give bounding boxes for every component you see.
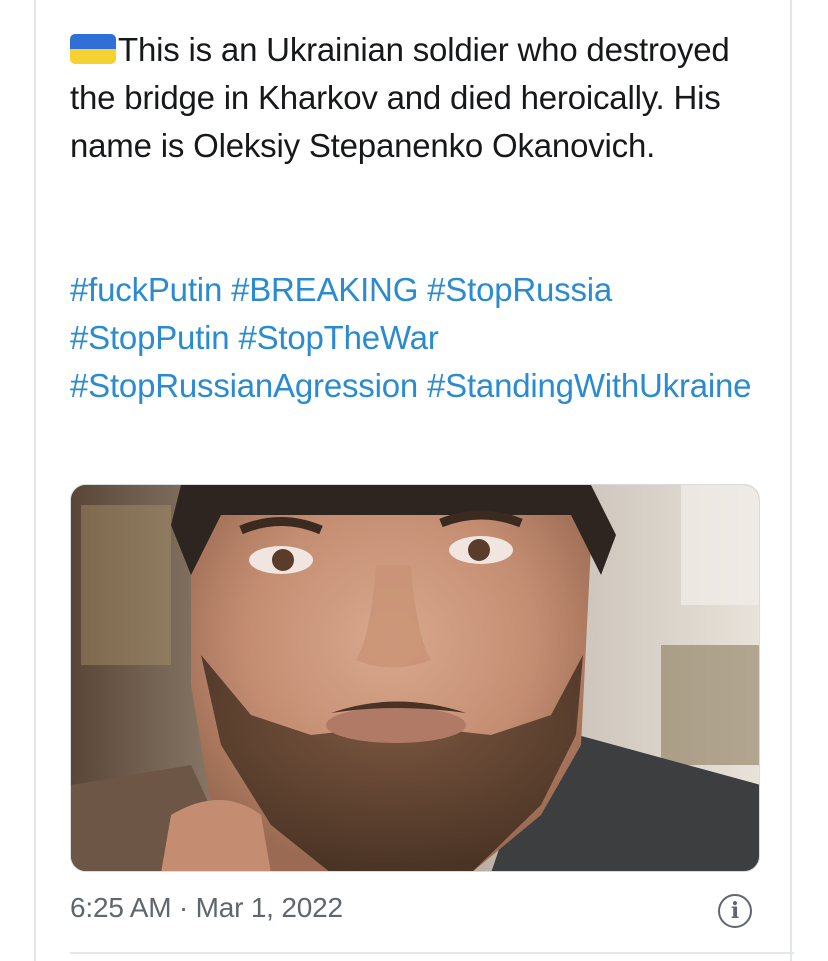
portrait-image xyxy=(71,485,759,871)
hashtag-link[interactable]: #BREAKING xyxy=(231,271,418,308)
divider xyxy=(70,952,794,954)
tweet-text: This is an Ukrainian soldier who destroy… xyxy=(70,31,730,164)
tweet-photo[interactable] xyxy=(70,484,760,872)
hashtag-link[interactable]: #fuckPutin xyxy=(70,271,222,308)
tweet-card: This is an Ukrainian soldier who destroy… xyxy=(34,0,794,961)
tweet-body: This is an Ukrainian soldier who destroy… xyxy=(70,26,760,170)
hashtag-link[interactable]: #StopPutin xyxy=(70,319,230,356)
ukraine-flag-icon xyxy=(70,34,116,64)
hashtag-list: #fuckPutin #BREAKING #StopRussia #StopPu… xyxy=(70,266,760,410)
hashtag-link[interactable]: #StandingWithUkraine xyxy=(427,367,752,404)
hashtag-link[interactable]: #StopRussianAgression xyxy=(70,367,418,404)
info-icon[interactable]: i xyxy=(718,894,752,928)
hashtag-link[interactable]: #StopTheWar xyxy=(238,319,438,356)
tweet-timestamp[interactable]: 6:25 AM · Mar 1, 2022 xyxy=(70,892,343,924)
hashtag-link[interactable]: #StopRussia xyxy=(427,271,612,308)
